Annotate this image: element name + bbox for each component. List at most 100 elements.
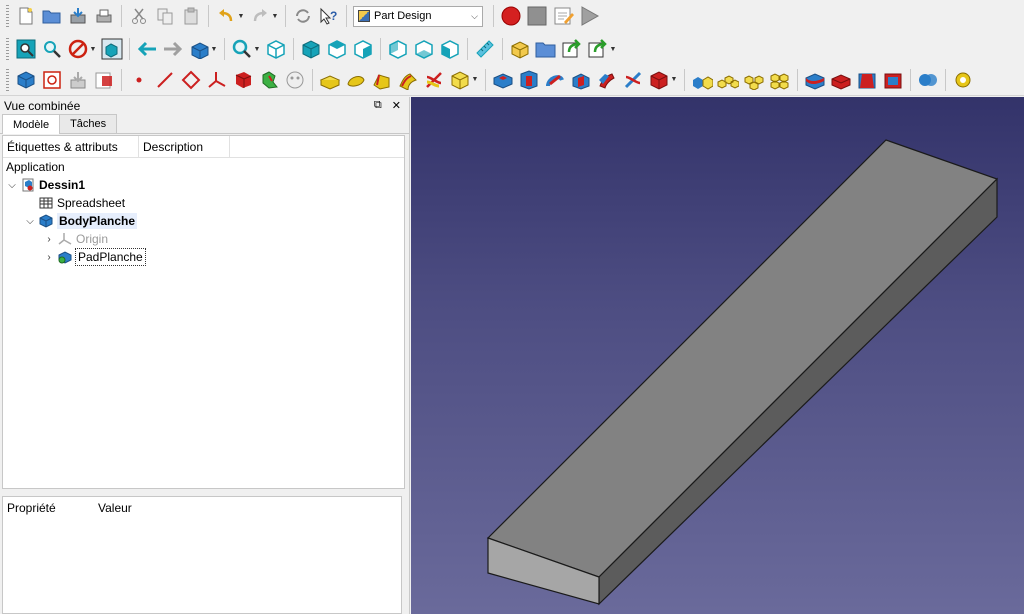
- subtractive-loft-icon[interactable]: [570, 69, 592, 91]
- sprocket-icon[interactable]: [952, 69, 974, 91]
- ghost-shape-icon[interactable]: [284, 69, 306, 91]
- validate-sketch-icon[interactable]: [67, 69, 89, 91]
- mirrored-icon[interactable]: [691, 69, 713, 91]
- additive-helix-icon[interactable]: [423, 69, 445, 91]
- stop-macro-icon[interactable]: [526, 5, 548, 27]
- bottom-view-icon[interactable]: [413, 38, 435, 60]
- measure-distance-icon[interactable]: [474, 38, 496, 60]
- float-panel-icon[interactable]: ⧉: [374, 99, 382, 112]
- paste-icon[interactable]: [180, 5, 202, 27]
- workbench-selector[interactable]: Part Design ⌵: [353, 5, 483, 27]
- column-header-description[interactable]: Description: [139, 136, 230, 157]
- tree-item-padplanche[interactable]: › PadPlanche: [3, 248, 404, 266]
- create-sketch-icon[interactable]: [41, 69, 63, 91]
- zoom-icon[interactable]: [231, 38, 253, 60]
- link-actions-dropdown-icon[interactable]: ▼: [609, 38, 617, 60]
- create-link-icon[interactable]: [561, 38, 583, 60]
- toolbar-grip[interactable]: [6, 68, 9, 91]
- forward-arrow-icon[interactable]: [162, 38, 184, 60]
- fit-selection-icon[interactable]: [41, 38, 63, 60]
- fillet-icon[interactable]: [804, 69, 826, 91]
- record-macro-icon[interactable]: [500, 5, 522, 27]
- thickness-icon[interactable]: [882, 69, 904, 91]
- cut-icon[interactable]: [128, 5, 150, 27]
- new-document-icon[interactable]: [15, 5, 37, 27]
- create-group-icon[interactable]: [535, 38, 557, 60]
- shape-binder-icon[interactable]: [93, 69, 115, 91]
- back-arrow-icon[interactable]: [136, 38, 158, 60]
- datum-line-icon[interactable]: [154, 69, 176, 91]
- groove-icon[interactable]: [544, 69, 566, 91]
- copy-icon[interactable]: [154, 5, 176, 27]
- whats-this-icon[interactable]: ?: [318, 5, 340, 27]
- local-coordinate-system-icon[interactable]: [206, 69, 228, 91]
- additive-loft-icon[interactable]: [371, 69, 393, 91]
- open-folder-icon[interactable]: [41, 5, 63, 27]
- datum-plane-icon[interactable]: [180, 69, 202, 91]
- polar-pattern-icon[interactable]: [743, 69, 765, 91]
- standard-views-icon[interactable]: [188, 38, 210, 60]
- additive-pipe-icon[interactable]: [397, 69, 419, 91]
- toolbar-grip[interactable]: [6, 38, 9, 60]
- revolution-icon[interactable]: [345, 69, 367, 91]
- fit-all-icon[interactable]: [15, 38, 37, 60]
- undo-dropdown-icon[interactable]: ▼: [237, 5, 245, 27]
- boolean-icon[interactable]: [917, 69, 939, 91]
- right-view-icon[interactable]: [352, 38, 374, 60]
- top-view-icon[interactable]: [326, 38, 348, 60]
- rear-view-icon[interactable]: [387, 38, 409, 60]
- toolbar-grip[interactable]: [6, 5, 9, 27]
- hole-icon[interactable]: [518, 69, 540, 91]
- board-top-face[interactable]: [486, 139, 999, 578]
- tab-tasks[interactable]: Tâches: [59, 114, 118, 133]
- save-icon[interactable]: [67, 5, 89, 27]
- additive-primitive-icon[interactable]: [449, 69, 471, 91]
- column-header-value[interactable]: Valeur: [94, 497, 214, 519]
- draw-style-dropdown-icon[interactable]: ▼: [89, 38, 97, 60]
- tree-item-origin[interactable]: › Origin: [3, 230, 404, 248]
- subtractive-primitive-icon[interactable]: [648, 69, 670, 91]
- undo-icon[interactable]: [215, 5, 237, 27]
- clone-icon[interactable]: [258, 69, 280, 91]
- expand-chevron-icon[interactable]: ⌵: [24, 216, 36, 227]
- 3d-viewport[interactable]: [411, 97, 1024, 614]
- draft-icon[interactable]: [856, 69, 878, 91]
- left-view-icon[interactable]: [439, 38, 461, 60]
- draw-style-icon[interactable]: [67, 38, 89, 60]
- link-actions-icon[interactable]: [587, 38, 609, 60]
- subtractive-primitive-dropdown-icon[interactable]: ▼: [670, 69, 678, 91]
- refresh-icon[interactable]: [292, 5, 314, 27]
- collapsed-chevron-icon[interactable]: ›: [43, 252, 55, 263]
- print-icon[interactable]: [93, 5, 115, 27]
- expand-chevron-icon[interactable]: ⌵: [6, 180, 18, 191]
- collapsed-chevron-icon[interactable]: ›: [43, 234, 55, 245]
- pad-icon[interactable]: [319, 69, 341, 91]
- tab-model[interactable]: Modèle: [2, 114, 61, 134]
- pocket-icon[interactable]: [492, 69, 514, 91]
- close-panel-icon[interactable]: ✕: [392, 99, 401, 112]
- front-view-icon[interactable]: [300, 38, 322, 60]
- subtractive-helix-icon[interactable]: [622, 69, 644, 91]
- multi-transform-icon[interactable]: [769, 69, 791, 91]
- standard-views-dropdown-icon[interactable]: ▼: [210, 38, 218, 60]
- create-body-icon[interactable]: [15, 69, 37, 91]
- sub-shape-binder-icon[interactable]: [232, 69, 254, 91]
- tree-item-bodyplanche[interactable]: ⌵ BodyPlanche: [3, 212, 404, 230]
- edit-macro-icon[interactable]: [552, 5, 574, 27]
- chamfer-icon[interactable]: [830, 69, 852, 91]
- zoom-dropdown-icon[interactable]: ▼: [253, 38, 261, 60]
- datum-point-icon[interactable]: [128, 69, 150, 91]
- redo-dropdown-icon[interactable]: ▼: [271, 5, 279, 27]
- play-macro-icon[interactable]: [578, 5, 600, 27]
- isometric-view-icon[interactable]: [265, 38, 287, 60]
- column-header-labels[interactable]: Étiquettes & attributs: [3, 136, 139, 157]
- subtractive-pipe-icon[interactable]: [596, 69, 618, 91]
- create-part-icon[interactable]: [509, 38, 531, 60]
- bounding-box-icon[interactable]: [101, 38, 123, 60]
- tree-item-dessin1[interactable]: ⌵ Dessin1: [3, 176, 404, 194]
- redo-icon[interactable]: [249, 5, 271, 27]
- additive-primitive-dropdown-icon[interactable]: ▼: [471, 69, 479, 91]
- column-header-property[interactable]: Propriété: [3, 497, 94, 519]
- linear-pattern-icon[interactable]: [717, 69, 739, 91]
- tree-item-spreadsheet[interactable]: Spreadsheet: [3, 194, 404, 212]
